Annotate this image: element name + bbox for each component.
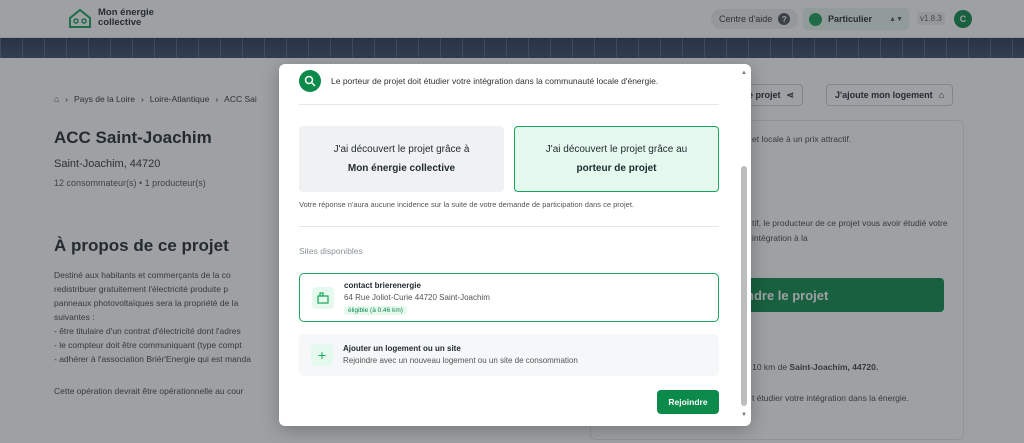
- add-site-title: Ajouter un logement ou un site: [343, 344, 461, 353]
- scroll-up-arrow[interactable]: ▲: [740, 70, 748, 78]
- site-address: 64 Rue Joliot-Curie 44720 Saint-Joachim: [344, 293, 490, 302]
- divider: [299, 104, 719, 105]
- site-option[interactable]: contact brierenergie 64 Rue Joliot-Curie…: [299, 273, 719, 322]
- choice-note: Votre réponse n'aura aucune incidence su…: [299, 200, 634, 209]
- add-site-subtitle: Rejoindre avec un nouveau logement ou un…: [343, 356, 578, 365]
- choice-mon-energie[interactable]: J'ai découvert le projet grâce à Mon éne…: [299, 126, 504, 192]
- scroll-thumb[interactable]: [741, 166, 747, 406]
- modal-header: Le porteur de projet doit étudier votre …: [299, 70, 658, 92]
- rejoindre-button[interactable]: Rejoindre: [657, 390, 719, 414]
- eligibility-badge: éligible (à 0.46 km): [344, 306, 407, 315]
- site-name: contact brierenergie: [344, 281, 421, 290]
- join-modal: Le porteur de projet doit étudier votre …: [279, 64, 751, 426]
- sites-section-label: Sites disponibles: [299, 246, 363, 256]
- search-check-icon: [299, 70, 321, 92]
- building-icon: [312, 287, 334, 309]
- divider: [299, 226, 719, 227]
- add-site-option[interactable]: + Ajouter un logement ou un site Rejoind…: [299, 334, 719, 376]
- choice-porteur-projet[interactable]: J'ai découvert le projet grâce au porteu…: [514, 126, 719, 192]
- modal-scrollbar[interactable]: ▲ ▼: [740, 70, 748, 420]
- scroll-down-arrow[interactable]: ▼: [740, 412, 748, 420]
- plus-icon: +: [311, 344, 333, 366]
